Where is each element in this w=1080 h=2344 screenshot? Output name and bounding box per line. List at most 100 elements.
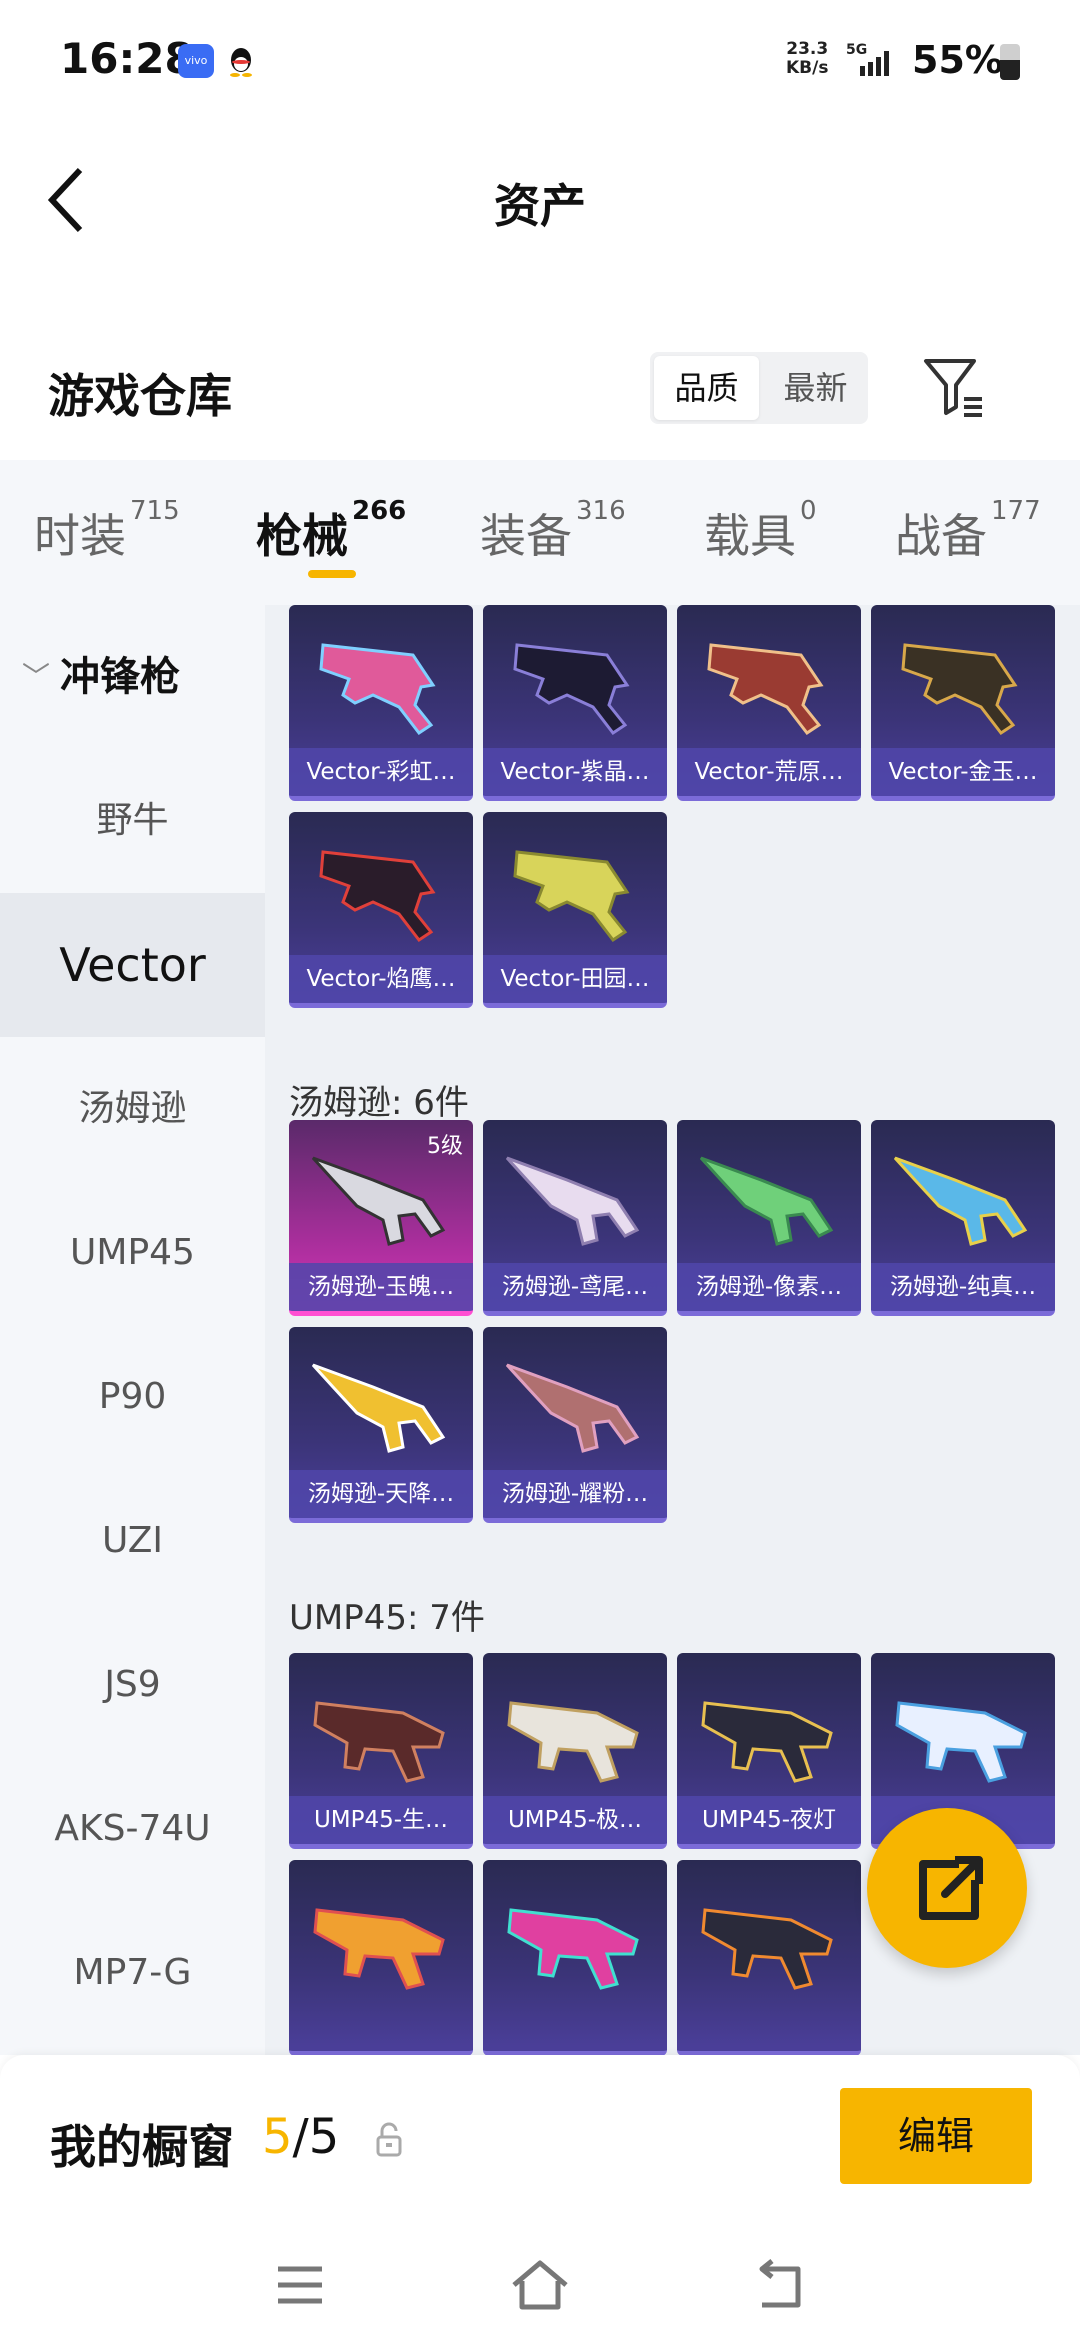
net-speed-value: 23.3 [786,39,829,59]
smg-skin-icon [701,1701,833,1783]
sidebar-group-smg[interactable]: ﹀ 冲锋枪 [0,605,265,749]
rifle-skin-icon [311,1156,446,1246]
chevron-down-icon: ﹀ [22,660,51,693]
tab-label: 战备 [895,509,987,563]
tab-guns[interactable]: 枪械 266 [256,496,406,566]
smg-skin-icon [513,643,630,736]
tab-equipment[interactable]: 装备 316 [480,496,626,566]
showcase-bar: 我的橱窗 5/5 编辑 [0,2055,1080,2344]
item-name: Vector-金玉… [871,748,1055,796]
tab-label: 载具 [704,509,796,563]
item-card[interactable]: Vector-彩虹… [289,605,473,801]
item-card[interactable]: UMP45-生… [289,1653,473,1849]
sidebar-item-js9[interactable]: JS9 [0,1613,265,1757]
sidebar-item-mp7g[interactable]: MP7-G [0,1901,265,2045]
item-name: UMP45-极… [483,1796,667,1844]
share-button[interactable] [867,1808,1027,1968]
sidebar-item-thompson[interactable]: 汤姆逊 [0,1037,265,1181]
tab-supplies[interactable]: 战备 177 [895,496,1041,566]
rifle-skin-icon [699,1156,834,1246]
weapon-type-sidebar: ﹀ 冲锋枪 野牛 Vector 汤姆逊 UMP45 P90 UZI JS9 AK… [0,605,265,2055]
tab-label: 时装 [34,509,126,563]
item-name: Vector-紫晶… [483,748,667,796]
item-card[interactable]: 5级 汤姆逊-玉魄… [289,1120,473,1316]
sort-quality-button[interactable]: 品质 [654,356,759,420]
item-name: UMP45-生… [289,1796,473,1844]
item-name: Vector-田园… [483,955,667,1003]
qq-icon [230,48,252,77]
item-card[interactable]: UMP45-极… [483,1653,667,1849]
smg-skin-icon [513,850,630,943]
tab-count: 177 [991,496,1041,526]
sort-toggle: 品质 最新 [650,352,868,424]
tab-label: 枪械 [256,509,348,563]
item-name: 汤姆逊-耀粉… [483,1470,667,1518]
showcase-current: 5 [262,2109,293,2165]
menu-icon[interactable] [270,2255,330,2315]
sort-newest-button[interactable]: 最新 [763,352,868,424]
share-icon [919,1856,983,1920]
item-card[interactable]: 汤姆逊-鸢尾… [483,1120,667,1316]
sidebar-item-aks74u[interactable]: AKS-74U [0,1757,265,1901]
sidebar-item-vector[interactable]: Vector [0,893,265,1037]
battery-icon [1000,44,1020,80]
rifle-skin-icon [893,1156,1028,1246]
item-card[interactable]: Vector-焰鹰… [289,812,473,1008]
page-title: 资产 [494,179,586,233]
tab-count: 0 [800,496,817,526]
showcase-count: 5/5 [262,2109,339,2165]
edit-button[interactable]: 编辑 [840,2088,1032,2184]
sidebar-item-ump45[interactable]: UMP45 [0,1181,265,1325]
showcase-label: 我的橱窗 [50,2120,234,2174]
active-tab-indicator [308,570,356,578]
smg-skin-icon [319,643,436,736]
tab-count: 715 [130,496,180,526]
item-card[interactable] [677,1860,861,2055]
sidebar-group-label: 冲锋枪 [60,654,180,700]
item-card[interactable]: Vector-田园… [483,812,667,1008]
item-name: Vector-彩虹… [289,748,473,796]
tab-fashion[interactable]: 时装 715 [34,496,180,566]
item-card[interactable]: UMP45-夜灯 [677,1653,861,1849]
smg-skin-icon [313,1701,445,1783]
rifle-skin-icon [505,1363,640,1453]
category-tabs: 时装 715 枪械 266 装备 316 载具 0 战备 177 [0,460,1080,605]
item-card[interactable] [483,1860,667,2055]
item-card[interactable]: 汤姆逊-天降… [289,1327,473,1523]
item-name: UMP45-夜灯 [677,1796,861,1844]
item-card[interactable]: 汤姆逊-像素… [677,1120,861,1316]
section-label-thompson: 汤姆逊: 6件 [289,1083,469,1123]
sidebar-item-uzi[interactable]: UZI [0,1469,265,1613]
smg-skin-icon [507,1908,639,1990]
smg-skin-icon [895,1701,1027,1783]
sidebar-item-bizon[interactable]: 野牛 [0,749,265,893]
section-label-ump45: UMP45: 7件 [289,1598,485,1638]
tab-vehicles[interactable]: 载具 0 [704,496,817,566]
sidebar-item-p90[interactable]: P90 [0,1325,265,1469]
smg-skin-icon [901,643,1018,736]
home-icon[interactable] [510,2255,570,2315]
smg-skin-icon [701,1908,833,1990]
item-card[interactable]: 汤姆逊-耀粉… [483,1327,667,1523]
item-card[interactable]: Vector-金玉… [871,605,1055,801]
smg-skin-icon [507,1701,639,1783]
filter-icon[interactable] [920,355,986,421]
item-card[interactable]: Vector-紫晶… [483,605,667,801]
item-name: 汤姆逊-像素… [677,1263,861,1311]
lock-icon[interactable] [374,2121,404,2157]
status-bar: 16:28 vivo 23.3 KB/s 5G 55% [0,0,1080,120]
item-card[interactable]: Vector-荒原… [677,605,861,801]
back-nav-icon[interactable] [750,2255,810,2315]
item-card[interactable]: 汤姆逊-纯真… [871,1120,1055,1316]
tab-label: 装备 [480,509,572,563]
smg-skin-icon [319,850,436,943]
item-name: 汤姆逊-鸢尾… [483,1263,667,1311]
item-name: Vector-荒原… [677,748,861,796]
item-name: 汤姆逊-天降… [289,1470,473,1518]
item-name: 汤姆逊-玉魄… [289,1263,473,1311]
net-speed-unit: KB/s [786,58,829,78]
network-type: 5G [846,42,867,58]
status-time: 16:28 [60,34,194,83]
item-card[interactable] [289,1860,473,2055]
tab-count: 316 [576,496,626,526]
